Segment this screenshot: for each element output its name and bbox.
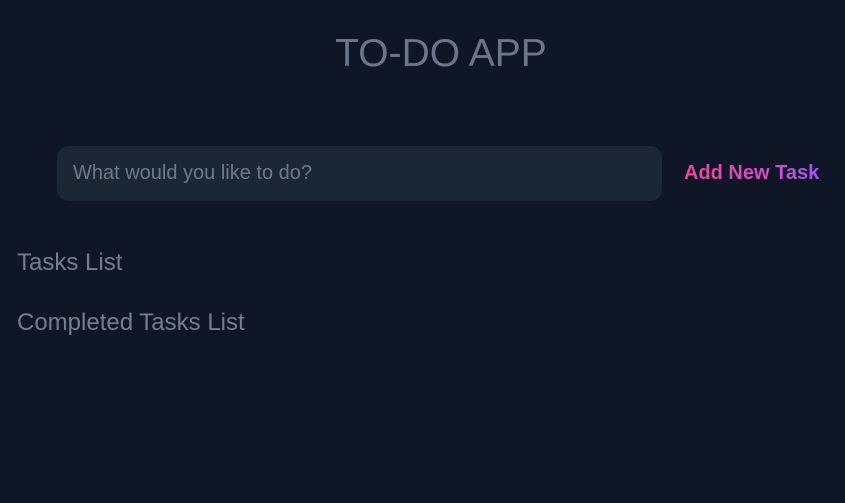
add-new-task-button[interactable]: Add New Task [684, 162, 819, 185]
completed-tasks-list-heading: Completed Tasks List [17, 309, 245, 336]
new-task-form: Add New Task [57, 146, 827, 201]
todo-app: TO-DO APP Add New Task Tasks List Comple… [0, 0, 845, 503]
page-title: TO-DO APP [335, 32, 547, 75]
tasks-list-heading: Tasks List [17, 249, 123, 276]
new-task-input[interactable] [57, 146, 662, 201]
